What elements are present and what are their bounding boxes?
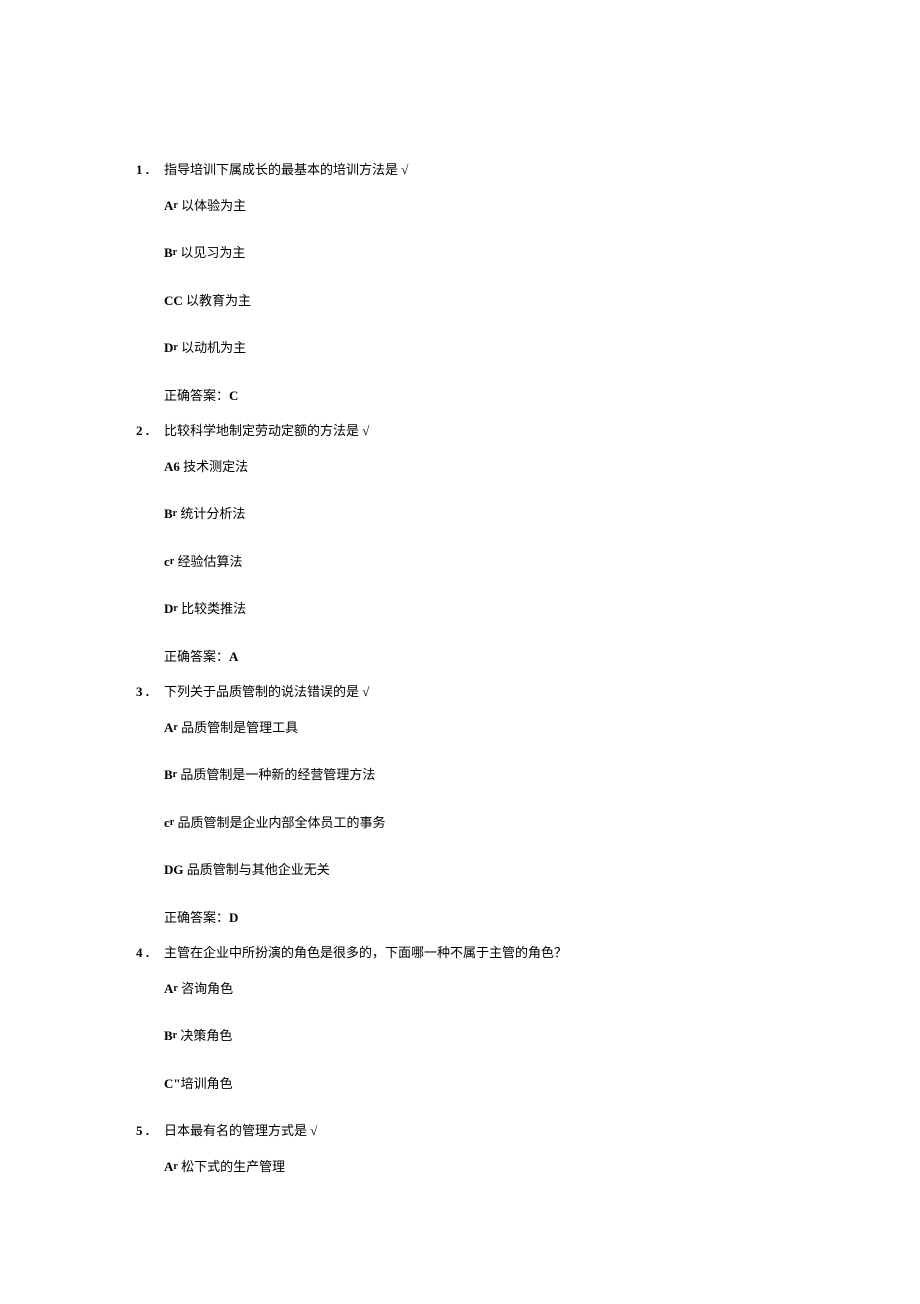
option-text: 以见习为主 <box>177 245 245 260</box>
answer-label: 正确答案： <box>164 910 229 925</box>
option-c: C"培训角色 <box>164 1074 784 1094</box>
question-line: 4 . 主管在企业中所扮演的角色是很多的，下面哪一种不属于主管的角色？ <box>136 943 784 963</box>
question-line: 1 . 指导培训下属成长的最基本的培训方法是 √ <box>136 160 784 180</box>
answer-label: 正确答案： <box>164 649 229 664</box>
option-text: 统计分析法 <box>177 506 245 521</box>
option-label: B <box>164 1028 173 1043</box>
option-d: Dr 比较类推法 <box>164 599 784 619</box>
option-text: 以教育为主 <box>183 293 251 308</box>
option-label: D <box>164 601 173 616</box>
answer-value: D <box>229 910 238 925</box>
answer-line: 正确答案：D <box>164 908 784 928</box>
option-label: A <box>164 981 173 996</box>
option-c: CC 以教育为主 <box>164 291 784 311</box>
option-text: 咨询角色 <box>178 981 233 996</box>
option-text: 松下式的生产管理 <box>178 1159 285 1174</box>
option-a: A6 技术测定法 <box>164 457 784 477</box>
option-text: 经验估算法 <box>174 554 242 569</box>
option-label: A <box>164 1159 173 1174</box>
option-text: 以动机为主 <box>178 340 246 355</box>
option-text: 品质管制是企业内部全体员工的事务 <box>174 815 385 830</box>
option-text: 品质管制是管理工具 <box>178 720 298 735</box>
answer-line: 正确答案：C <box>164 386 784 406</box>
question-block: 4 . 主管在企业中所扮演的角色是很多的，下面哪一种不属于主管的角色？ Ar 咨… <box>136 943 784 1093</box>
question-number: 5 . <box>136 1121 164 1141</box>
question-text: 日本最有名的管理方式是 √ <box>164 1121 784 1141</box>
question-block: 5 . 日本最有名的管理方式是 √ Ar 松下式的生产管理 <box>136 1121 784 1176</box>
option-label: B <box>164 767 173 782</box>
question-number: 4 . <box>136 943 164 963</box>
question-block: 2 . 比较科学地制定劳动定额的方法是 √ A6 技术测定法 Br 统计分析法 … <box>136 421 784 666</box>
answer-value: C <box>229 388 238 403</box>
option-b: Br 决策角色 <box>164 1026 784 1046</box>
option-text: 品质管制与其他企业无关 <box>184 862 330 877</box>
question-block: 3 . 下列关于品质管制的说法错误的是 √ Ar 品质管制是管理工具 Br 品质… <box>136 682 784 927</box>
option-a: Ar 松下式的生产管理 <box>164 1157 784 1177</box>
answer-label: 正确答案： <box>164 388 229 403</box>
document-page: 1 . 指导培训下属成长的最基本的培训方法是 √ Ar 以体验为主 Br 以见习… <box>0 0 920 1304</box>
option-label: B <box>164 506 173 521</box>
option-d: DG 品质管制与其他企业无关 <box>164 860 784 880</box>
question-text: 主管在企业中所扮演的角色是很多的，下面哪一种不属于主管的角色？ <box>164 943 784 963</box>
question-block: 1 . 指导培训下属成长的最基本的培训方法是 √ Ar 以体验为主 Br 以见习… <box>136 160 784 405</box>
option-label: C" <box>164 1076 181 1091</box>
option-c: cr 经验估算法 <box>164 552 784 572</box>
option-text: 技术测定法 <box>180 459 248 474</box>
question-text: 比较科学地制定劳动定额的方法是 √ <box>164 421 784 441</box>
option-label: B <box>164 245 173 260</box>
option-text: 比较类推法 <box>178 601 246 616</box>
option-b: Br 以见习为主 <box>164 243 784 263</box>
answer-line: 正确答案：A <box>164 647 784 667</box>
option-text: 品质管制是一种新的经营管理方法 <box>177 767 375 782</box>
option-a: Ar 以体验为主 <box>164 196 784 216</box>
option-a: Ar 咨询角色 <box>164 979 784 999</box>
option-label: CC <box>164 293 183 308</box>
option-a: Ar 品质管制是管理工具 <box>164 718 784 738</box>
question-line: 5 . 日本最有名的管理方式是 √ <box>136 1121 784 1141</box>
question-number: 3 . <box>136 682 164 702</box>
option-text: 决策角色 <box>177 1028 232 1043</box>
answer-value: A <box>229 649 238 664</box>
option-label: A <box>164 198 173 213</box>
option-label: A <box>164 720 173 735</box>
option-d: Dr 以动机为主 <box>164 338 784 358</box>
option-c: cr 品质管制是企业内部全体员工的事务 <box>164 813 784 833</box>
question-text: 下列关于品质管制的说法错误的是 √ <box>164 682 784 702</box>
question-number: 1 . <box>136 160 164 180</box>
option-label: DG <box>164 862 184 877</box>
question-line: 2 . 比较科学地制定劳动定额的方法是 √ <box>136 421 784 441</box>
option-label: D <box>164 340 173 355</box>
option-text: 培训角色 <box>181 1076 233 1091</box>
question-text: 指导培训下属成长的最基本的培训方法是 √ <box>164 160 784 180</box>
option-label: A6 <box>164 459 180 474</box>
option-text: 以体验为主 <box>178 198 246 213</box>
question-number: 2 . <box>136 421 164 441</box>
option-b: Br 品质管制是一种新的经营管理方法 <box>164 765 784 785</box>
option-b: Br 统计分析法 <box>164 504 784 524</box>
question-line: 3 . 下列关于品质管制的说法错误的是 √ <box>136 682 784 702</box>
